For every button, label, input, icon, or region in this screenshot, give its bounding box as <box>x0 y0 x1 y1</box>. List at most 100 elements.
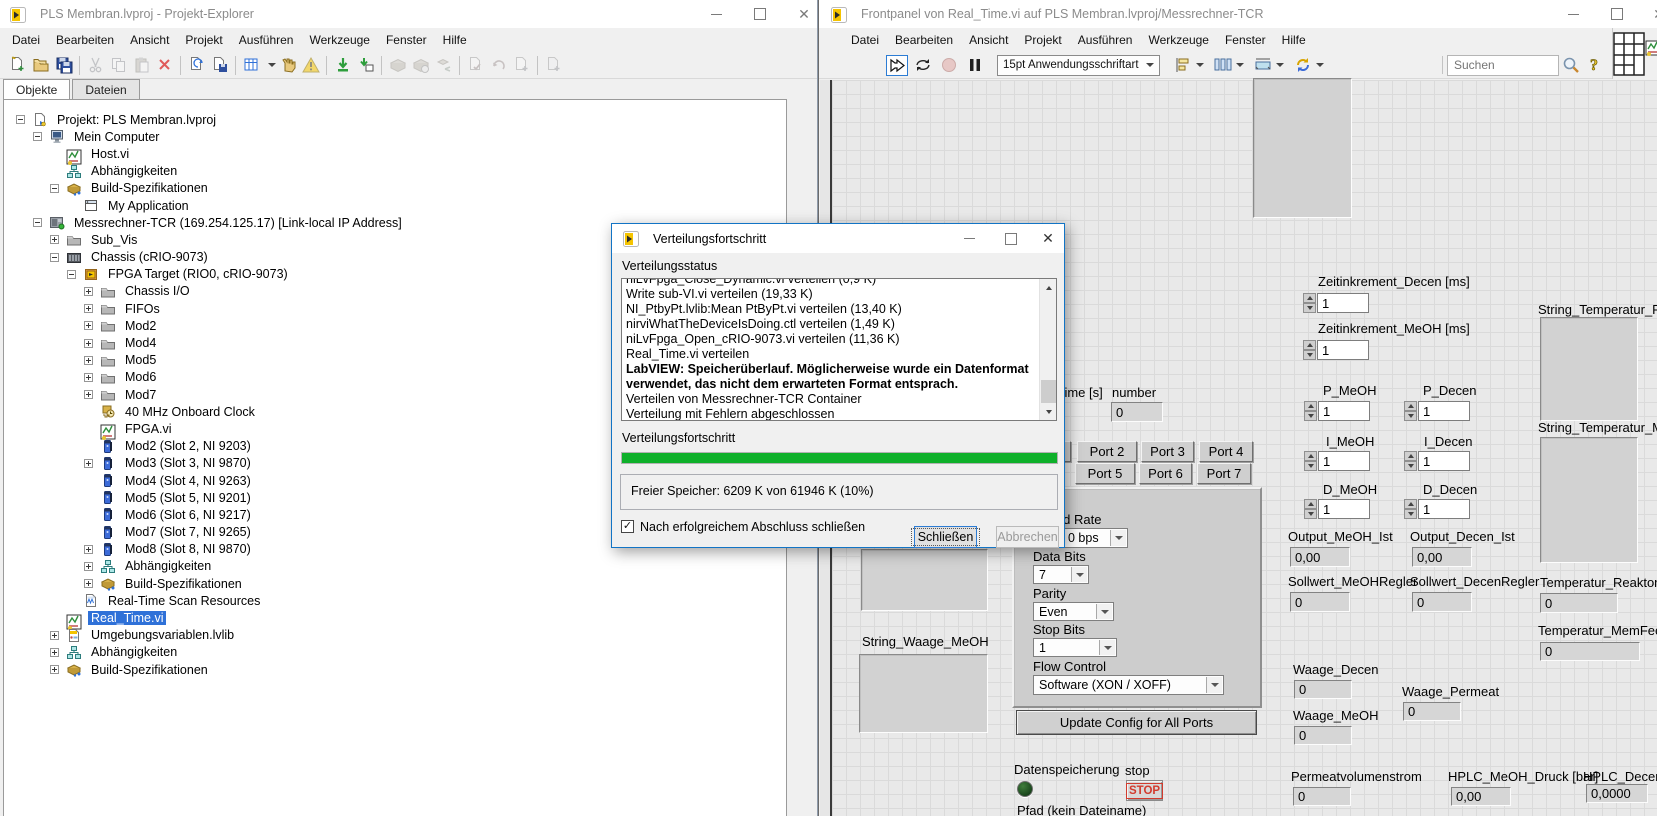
maximize-button[interactable] <box>1597 0 1637 28</box>
menu-bearbeiten[interactable]: Bearbeiten <box>48 29 122 51</box>
p-decen-control-value[interactable]: 1 <box>1418 401 1470 421</box>
tree-item-label[interactable]: Build-Spezifikationen <box>88 181 211 195</box>
port-tab-port-6[interactable]: Port 6 <box>1139 463 1192 484</box>
tree-row[interactable]: Abhängigkeiten <box>4 644 786 661</box>
zeitinkrement-decen-control[interactable]: 1 <box>1303 293 1369 313</box>
p-meoh-control-value[interactable]: 1 <box>1318 401 1370 421</box>
tree-item-label[interactable]: Host.vi <box>88 147 132 161</box>
schliessen-button[interactable]: Schließen <box>910 526 981 548</box>
chevron-down-icon[interactable] <box>1316 63 1324 67</box>
expand-icon[interactable] <box>50 630 59 640</box>
tab-objekte[interactable]: Objekte <box>3 79 71 100</box>
tree-item-label[interactable]: FPGA Target (RIO0, cRIO-9073) <box>105 267 291 281</box>
i-decen-control-value[interactable]: 1 <box>1418 451 1470 471</box>
chevron-down-icon[interactable] <box>1236 63 1244 67</box>
tree-item-label[interactable]: Mod4 (Slot 4, NI 9263) <box>122 474 254 488</box>
tree-item-label[interactable]: Mod5 (Slot 5, NI 9201) <box>122 491 254 505</box>
tree-item-label[interactable]: Mod5 <box>122 353 159 367</box>
maximize-button[interactable] <box>740 0 780 28</box>
chevron-down-icon[interactable] <box>1071 567 1087 582</box>
tree-item-label[interactable]: Mein Computer <box>71 130 162 144</box>
increment-decrement-spinner[interactable] <box>1404 499 1417 519</box>
d-decen-control-value[interactable]: 1 <box>1418 499 1470 519</box>
build-icon[interactable] <box>386 54 409 77</box>
tree-item-label[interactable]: My Application <box>105 199 192 213</box>
parity-select[interactable]: Even <box>1033 602 1114 621</box>
flow-control-select[interactable]: Software (XON / XOFF) <box>1033 675 1224 695</box>
tree-item-label[interactable]: Mod2 <box>122 319 159 333</box>
tree-row[interactable]: Projekt: PLS Membran.lvproj <box>4 111 786 128</box>
p-decen-control[interactable]: 1 <box>1404 401 1470 421</box>
tree-item-label[interactable]: Real_Time.vi <box>88 611 167 626</box>
tree-item-label[interactable]: Chassis (cRIO-9073) <box>88 250 211 264</box>
expand-icon[interactable] <box>84 304 93 314</box>
maximize-button[interactable] <box>994 224 1028 253</box>
copy-icon[interactable] <box>107 54 130 77</box>
tree-item-label[interactable]: Mod2 (Slot 2, NI 9203) <box>122 439 254 453</box>
collapse-icon[interactable] <box>50 252 59 262</box>
zeitinkrement-meoh-control-value[interactable]: 1 <box>1317 340 1369 360</box>
data-bits-select[interactable]: 7 <box>1033 565 1089 584</box>
port-tab-port-7[interactable]: Port 7 <box>1197 463 1251 484</box>
chevron-down-icon[interactable] <box>1099 640 1115 655</box>
zeitinkrement-meoh-control[interactable]: 1 <box>1303 340 1369 360</box>
deploy-icon[interactable] <box>331 54 354 77</box>
font-selector[interactable]: 15pt Anwendungsschriftart <box>997 54 1160 76</box>
menu-ansicht[interactable]: Ansicht <box>961 29 1016 51</box>
tree-row[interactable]: Real-Time Scan Resources <box>4 592 786 609</box>
tree-item-label[interactable]: Build-Spezifikationen <box>122 577 245 591</box>
tree-item-label[interactable]: Projekt: PLS Membran.lvproj <box>54 113 219 127</box>
tree-row[interactable]: My Application <box>4 197 786 214</box>
expand-icon[interactable] <box>84 355 93 365</box>
tree-item-label[interactable]: Abhängigkeiten <box>88 164 180 178</box>
menu-ausfhren[interactable]: Ausführen <box>1070 29 1141 51</box>
rebuild-icon[interactable] <box>409 54 432 77</box>
abort-icon[interactable] <box>937 54 960 77</box>
expand-icon[interactable] <box>84 372 93 382</box>
increment-decrement-spinner[interactable] <box>1404 451 1417 471</box>
expand-icon[interactable] <box>84 286 93 296</box>
tree-item-label[interactable]: Build-Spezifikationen <box>88 663 211 677</box>
chevron-down-icon[interactable] <box>1196 63 1204 67</box>
tree-item-label[interactable]: 40 MHz Onboard Clock <box>122 405 258 419</box>
save-project-icon[interactable] <box>208 54 231 77</box>
scc-undo-icon[interactable] <box>487 54 510 77</box>
collapse-icon[interactable] <box>33 218 42 228</box>
tree-row[interactable]: Build-Spezifikationen <box>4 180 786 197</box>
minimize-button[interactable] <box>696 0 736 28</box>
menu-projekt[interactable]: Projekt <box>1016 29 1069 51</box>
scrollbar[interactable] <box>1039 279 1056 420</box>
tree-item-label[interactable]: Real-Time Scan Resources <box>105 594 263 608</box>
menu-datei[interactable]: Datei <box>4 29 48 51</box>
tree-item-label[interactable]: Mod6 <box>122 370 159 384</box>
resize-objects-icon[interactable] <box>1250 54 1276 77</box>
close-on-success-checkbox[interactable]: ✓ <box>621 520 634 533</box>
warning-icon[interactable] <box>299 54 322 77</box>
tree-row[interactable]: Abhängigkeiten <box>4 558 786 575</box>
tree-row[interactable]: Build-Spezifikationen <box>4 575 786 592</box>
expand-icon[interactable] <box>84 390 93 400</box>
scc-check-icon[interactable] <box>464 54 487 77</box>
open-folder-icon[interactable] <box>29 54 52 77</box>
menu-fenster[interactable]: Fenster <box>378 29 435 51</box>
chevron-down-icon[interactable] <box>268 63 276 67</box>
p-meoh-control[interactable]: 1 <box>1304 401 1370 421</box>
delete-icon[interactable] <box>153 54 176 77</box>
collapse-icon[interactable] <box>16 115 25 125</box>
scc-add-icon[interactable] <box>510 54 533 77</box>
run-continuous-icon[interactable] <box>911 54 934 77</box>
expand-icon[interactable] <box>50 235 59 245</box>
tree-item-label[interactable]: Umgebungsvariablen.lvlib <box>88 628 237 642</box>
tree-item-label[interactable]: Mod4 <box>122 336 159 350</box>
tab-dateien[interactable]: Dateien <box>72 79 140 100</box>
i-meoh-control[interactable]: 1 <box>1304 451 1370 471</box>
deployment-status-list[interactable]: niLvFpga_Close_Dynamic.vi verteilen (0,9… <box>621 278 1057 421</box>
increment-decrement-spinner[interactable] <box>1304 499 1317 519</box>
tree-item-label[interactable]: FIFOs <box>122 302 163 316</box>
expand-icon[interactable] <box>84 338 93 348</box>
stop-bits-select[interactable]: 1 <box>1033 638 1117 657</box>
align-objects-icon[interactable] <box>1170 54 1196 77</box>
view-columns-icon[interactable] <box>240 54 263 77</box>
cut-icon[interactable] <box>84 54 107 77</box>
help-icon[interactable]: ? <box>1582 54 1605 77</box>
